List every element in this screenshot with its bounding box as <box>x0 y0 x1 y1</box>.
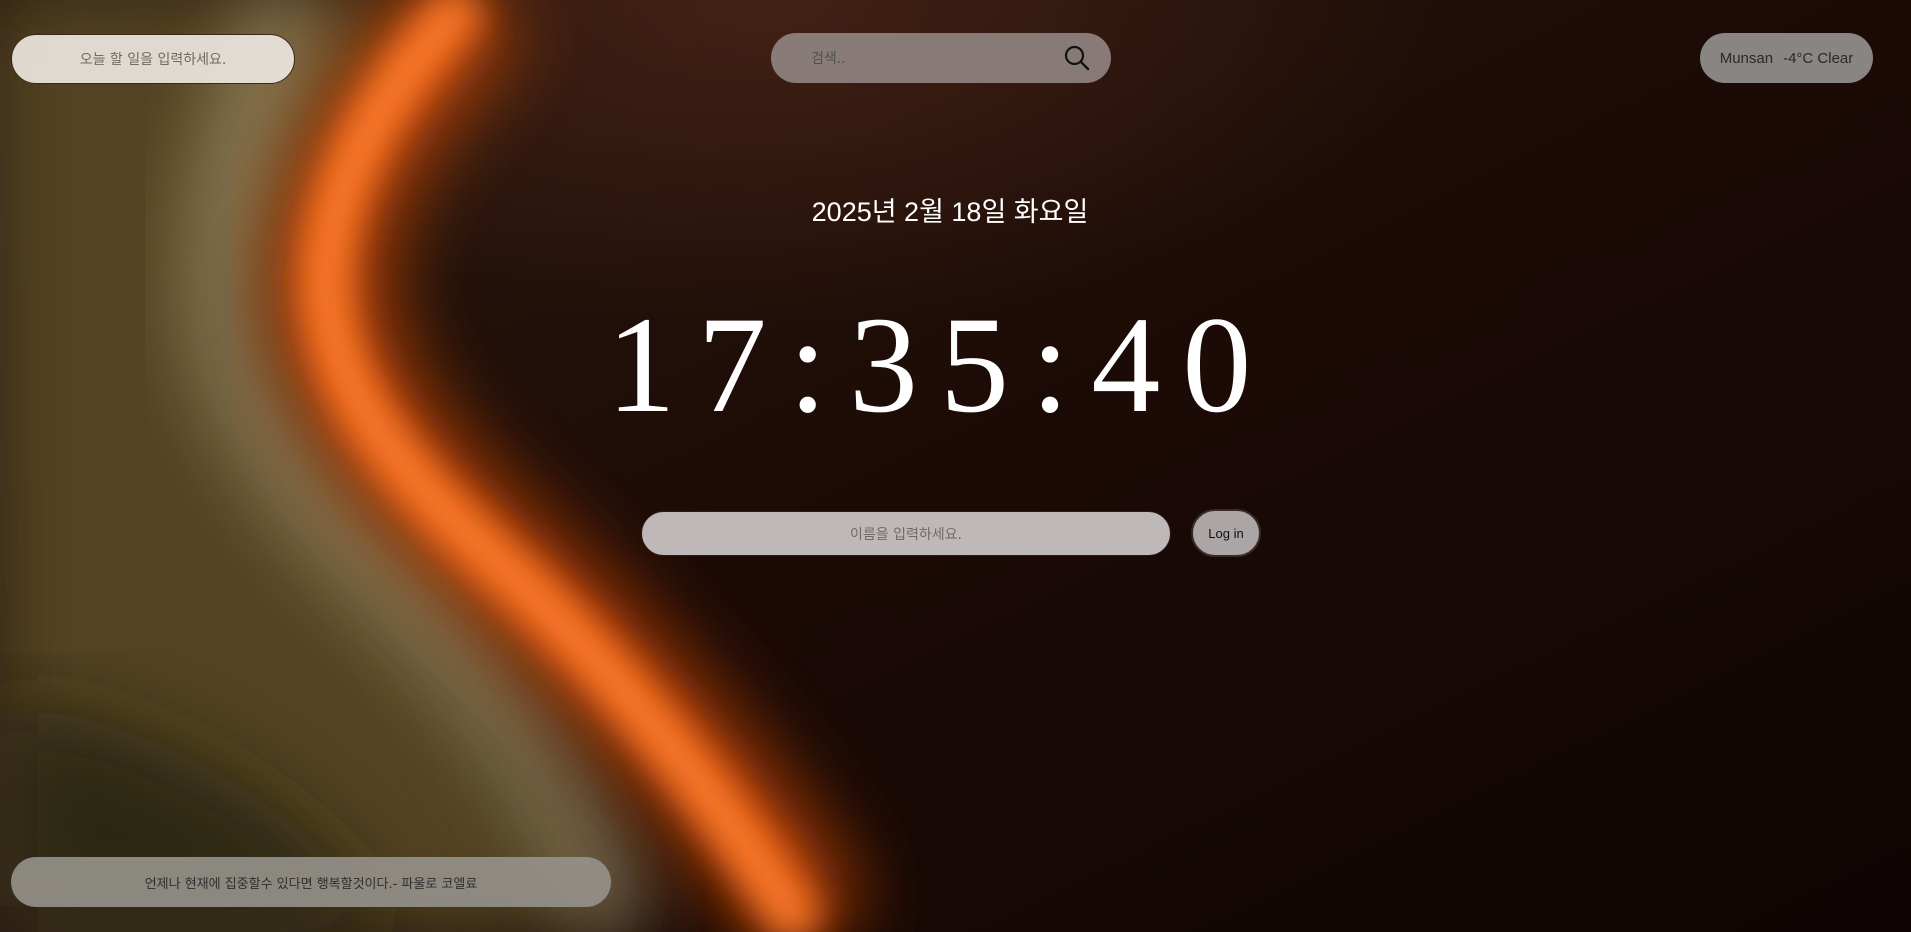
weather-city: Munsan <box>1719 49 1774 67</box>
clock-display: 17:35:40 <box>606 288 1274 441</box>
weather-temp-condition: -4°C Clear <box>1783 49 1854 67</box>
background-wallpaper <box>0 0 1911 932</box>
quote-bar: 언제나 현재에 집중할수 있다면 행복할것이다.- 파울로 코엘료 <box>11 857 611 907</box>
login-button[interactable]: Log in <box>1191 509 1261 557</box>
name-placeholder: 이름을 입력하세요. <box>850 526 962 543</box>
search-bar[interactable]: 검색.. <box>771 33 1111 83</box>
name-input[interactable]: 이름을 입력하세요. <box>641 511 1171 556</box>
weather-widget: Munsan -4°C Clear <box>1700 33 1873 83</box>
new-tab-dashboard: 오늘 할 일을 입력하세요. 검색.. Munsan -4°C Clear 202… <box>0 0 1911 932</box>
search-icon[interactable] <box>1063 44 1091 72</box>
todo-placeholder: 오늘 할 일을 입력하세요. <box>79 52 227 68</box>
date-display: 2025년 2월 18일 화요일 <box>811 197 1089 227</box>
search-placeholder: 검색.. <box>811 51 846 67</box>
todo-input[interactable]: 오늘 할 일을 입력하세요. <box>11 34 295 84</box>
quote-text: 언제나 현재에 집중할수 있다면 행복할것이다.- 파울로 코엘료 <box>144 876 478 892</box>
